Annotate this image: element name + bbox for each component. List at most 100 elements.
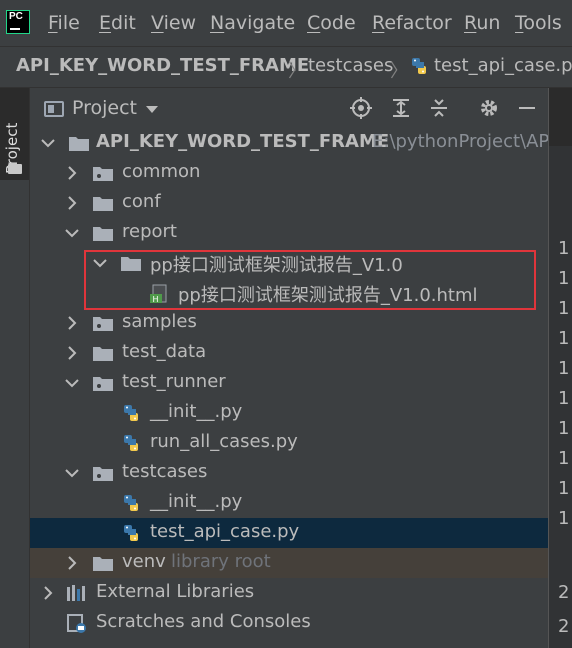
scratches-icon	[66, 613, 88, 640]
package-folder-icon	[92, 375, 114, 392]
folder-icon	[68, 135, 90, 152]
menu-run[interactable]: Run	[464, 12, 500, 34]
tree-label-test-data: test_data	[122, 341, 207, 362]
collapse-all-icon[interactable]	[428, 97, 450, 119]
tree-row-scratches[interactable]: Scratches and Consoles	[30, 608, 548, 638]
breadcrumb: API_KEY_WORD_TEST_FRAME 〉 testcases 〉 te…	[0, 46, 572, 88]
python-file-icon	[122, 434, 142, 454]
chevron-down-icon[interactable]	[146, 106, 158, 113]
chevron-down-icon[interactable]	[64, 225, 80, 241]
line-number: 2	[558, 582, 570, 603]
tree-row-test-runner[interactable]: test_runner	[30, 368, 548, 398]
chevron-right-icon[interactable]	[64, 165, 80, 181]
line-number: 2	[558, 616, 570, 637]
tree-label-run-all: run_all_cases.py	[150, 431, 298, 452]
package-folder-icon	[92, 465, 114, 482]
menu-edit[interactable]: Edit	[99, 12, 136, 34]
pycharm-logo: PC	[6, 10, 30, 34]
project-view-icon	[44, 101, 64, 117]
tree-row-common[interactable]: common	[30, 158, 548, 188]
package-folder-icon	[92, 165, 114, 182]
tree-row-test-api-case[interactable]: test_api_case.py	[30, 518, 548, 548]
line-number: 1	[558, 448, 570, 469]
breadcrumb-file[interactable]: test_api_case.py	[434, 55, 572, 76]
chevron-right-icon[interactable]	[64, 315, 80, 331]
line-number: 1	[558, 328, 570, 349]
tree-label-common: common	[122, 161, 201, 182]
tree-row-root[interactable]: API_KEY_WORD_TEST_FRAME E:\pythonProject…	[30, 128, 550, 158]
chevron-down-icon[interactable]	[64, 375, 80, 391]
tree-row-conf[interactable]: conf	[30, 188, 548, 218]
tree-row-report[interactable]: report	[30, 218, 548, 248]
chevron-down-icon[interactable]	[40, 135, 56, 151]
expand-all-icon[interactable]	[390, 97, 412, 119]
line-number: 1	[558, 418, 570, 439]
tree-label-report: report	[122, 221, 177, 242]
python-file-icon	[122, 524, 142, 544]
editor-gutter: 1 1 1 1 1 1 1 1 1 1 2 2	[548, 88, 572, 648]
tree-label-test-runner: test_runner	[122, 371, 226, 392]
python-file-icon	[410, 57, 430, 82]
library-icon	[66, 584, 88, 607]
project-panel: Project API_KEY_WORD_TEST_FRAME E:\pytho…	[30, 88, 550, 648]
breadcrumb-project[interactable]: API_KEY_WORD_TEST_FRAME	[16, 55, 309, 76]
panel-header: Project	[30, 88, 548, 128]
project-root-label: API_KEY_WORD_TEST_FRAME	[96, 131, 390, 152]
tree-row-test-data[interactable]: test_data	[30, 338, 548, 368]
package-folder-icon	[92, 315, 114, 332]
tree-label-test-api-case: test_api_case.py	[150, 521, 300, 542]
chevron-right-icon[interactable]	[40, 585, 56, 601]
line-number: 1	[558, 268, 570, 289]
library-root-note: library root	[171, 551, 271, 572]
tree-row-venv[interactable]: venv library root	[30, 548, 548, 578]
breadcrumb-folder[interactable]: testcases	[308, 55, 393, 76]
chevron-right-icon[interactable]	[64, 555, 80, 571]
chevron-right-icon[interactable]	[64, 195, 80, 211]
menu-tools[interactable]: Tools	[515, 12, 562, 34]
chevron-right-icon: 〉	[390, 61, 408, 82]
tree-label-venv: venv	[122, 551, 166, 572]
folder-icon	[92, 555, 114, 572]
line-number: 1	[558, 358, 570, 379]
tree-label-external: External Libraries	[96, 581, 255, 602]
menu-refactor[interactable]: Refactor	[372, 12, 452, 34]
panel-title[interactable]: Project	[72, 97, 137, 119]
chevron-right-icon[interactable]	[64, 345, 80, 361]
hide-icon[interactable]	[516, 97, 538, 119]
highlight-box	[84, 250, 536, 310]
tree-row-testcases[interactable]: testcases	[30, 458, 548, 488]
line-number: 1	[558, 238, 570, 259]
line-number: 1	[558, 388, 570, 409]
folder-icon	[8, 164, 22, 174]
chevron-down-icon[interactable]	[64, 465, 80, 481]
tree-row-runner-init[interactable]: __init__.py	[30, 398, 548, 428]
tree-label-testcases-init: __init__.py	[150, 491, 243, 512]
menu-code[interactable]: Code	[307, 12, 356, 34]
tree-label-conf: conf	[122, 191, 161, 212]
tree-label-scratches: Scratches and Consoles	[96, 611, 311, 632]
chevron-right-icon: 〉	[288, 61, 306, 82]
project-root-path: E:\pythonProject\AP	[372, 131, 550, 152]
menu-file[interactable]: File	[48, 12, 80, 34]
tree-label-runner-init: __init__.py	[150, 401, 243, 422]
line-number: 1	[558, 508, 570, 529]
tree-row-samples[interactable]: samples	[30, 308, 548, 338]
python-file-icon	[122, 494, 142, 514]
folder-icon	[92, 195, 114, 212]
tree-row-run-all[interactable]: run_all_cases.py	[30, 428, 548, 458]
line-number: 1	[558, 478, 570, 499]
editor-tab-area	[549, 88, 572, 146]
python-file-icon	[122, 404, 142, 424]
folder-icon	[92, 345, 114, 362]
tree-row-external-libraries[interactable]: External Libraries	[30, 578, 548, 608]
menu-navigate[interactable]: Navigate	[210, 12, 295, 34]
locate-icon[interactable]	[350, 97, 372, 119]
menu-bar: PC File Edit View Navigate Code Refactor…	[0, 0, 572, 46]
tree-label-testcases: testcases	[122, 461, 208, 482]
menu-view[interactable]: View	[151, 12, 196, 34]
line-number: 1	[558, 298, 570, 319]
tree-label-samples: samples	[122, 311, 197, 332]
tree-row-testcases-init[interactable]: __init__.py	[30, 488, 548, 518]
gear-icon[interactable]	[478, 97, 500, 119]
tool-window-strip: Project	[0, 88, 30, 648]
